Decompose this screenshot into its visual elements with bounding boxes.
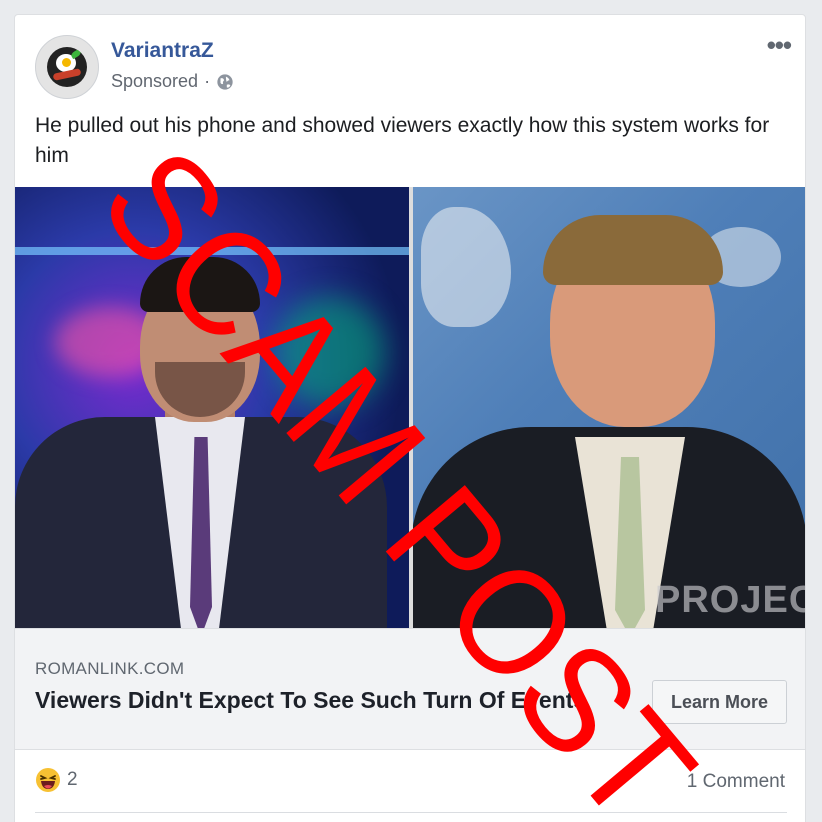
post-header: VariantraZ Sponsored · ••• — [15, 15, 805, 115]
footer-divider — [35, 812, 787, 813]
image-overlay-text: PROJECT — [655, 579, 805, 621]
breakfast-logo-icon — [47, 47, 87, 87]
link-domain: ROMANLINK.COM — [35, 659, 185, 678]
post-image[interactable]: PROJECT — [15, 187, 805, 628]
link-headline[interactable]: Viewers Didn't Expect To See Such Turn O… — [35, 685, 595, 716]
sponsored-post-card: VariantraZ Sponsored · ••• He pulled out… — [14, 14, 806, 822]
globe-icon[interactable] — [216, 73, 234, 91]
haha-emoji-icon — [36, 768, 60, 792]
learn-more-button[interactable]: Learn More — [652, 680, 787, 724]
page-avatar[interactable] — [35, 35, 99, 99]
meta-separator: · — [204, 71, 211, 91]
link-preview[interactable]: ROMANLINK.COM Viewers Didn't Expect To S… — [15, 628, 805, 750]
reaction-summary[interactable]: 2 — [35, 767, 78, 793]
sponsored-row: Sponsored · — [111, 71, 234, 92]
reaction-count: 2 — [67, 769, 78, 790]
sponsored-label[interactable]: Sponsored — [111, 71, 198, 92]
post-text: He pulled out his phone and showed viewe… — [35, 114, 770, 167]
comment-count-link[interactable]: 1 Comment — [687, 771, 785, 793]
page-name-link[interactable]: VariantraZ — [111, 39, 214, 63]
more-options-icon[interactable]: ••• — [767, 32, 792, 58]
